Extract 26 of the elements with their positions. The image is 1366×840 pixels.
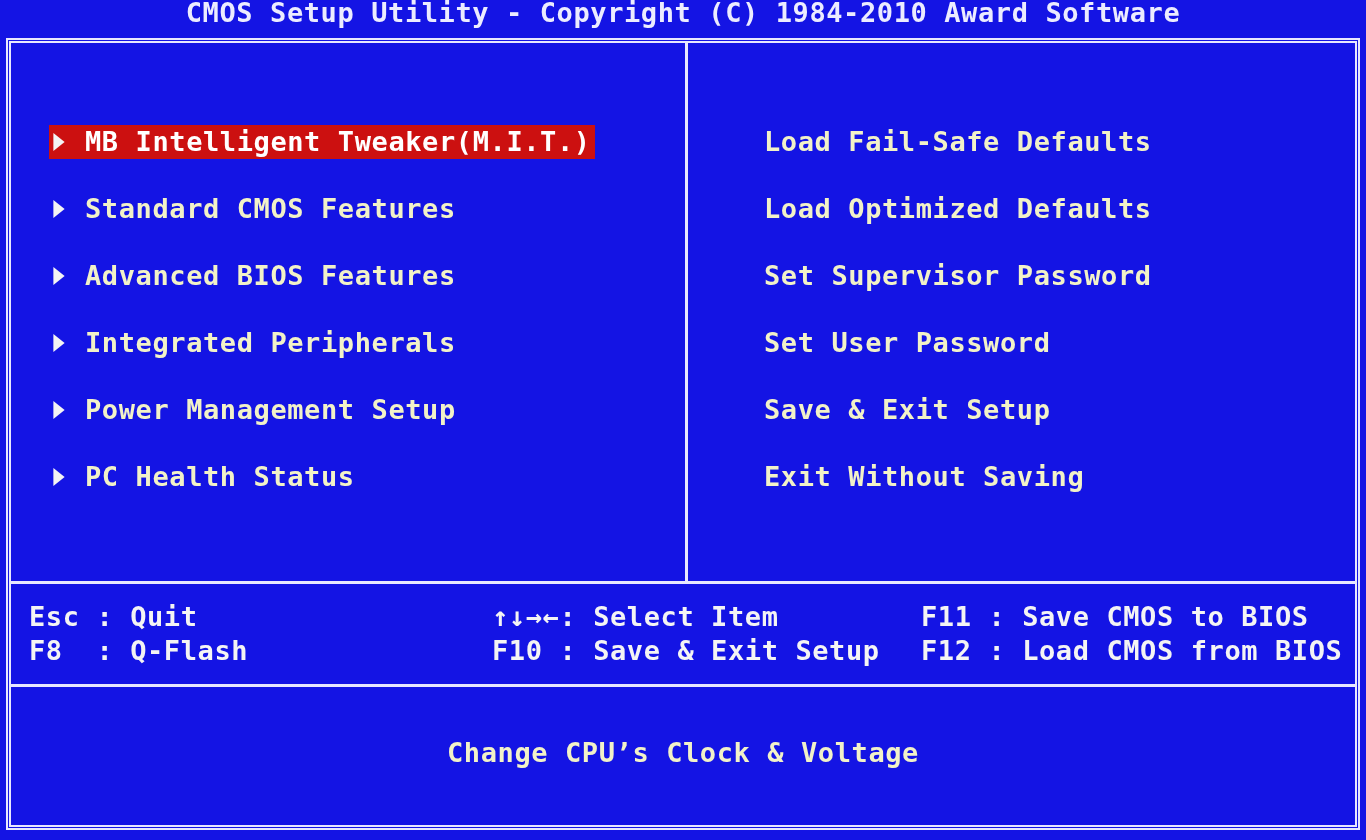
screen-title: CMOS Setup Utility - Copyright (C) 1984-2010 Award Software bbox=[184, 0, 1182, 30]
key-hint: Esc : Quit bbox=[29, 600, 199, 634]
menu-item[interactable]: MB Intelligent Tweaker(M.I.T.) bbox=[49, 125, 595, 159]
key-hint: ↑↓→←: Select Item bbox=[492, 600, 780, 634]
menu-item[interactable]: PC Health Status bbox=[49, 460, 359, 494]
submenu-arrow-icon bbox=[53, 200, 65, 218]
key-hint: F11 : Save CMOS to BIOS bbox=[921, 600, 1310, 634]
submenu-arrow-icon bbox=[53, 133, 65, 151]
key-hint: F12 : Load CMOS from BIOS bbox=[921, 634, 1344, 668]
menu-item[interactable]: Integrated Peripherals bbox=[49, 326, 460, 360]
menu-item[interactable]: Load Fail-Safe Defaults bbox=[764, 125, 1156, 159]
help-text: Change CPU’s Clock & Voltage bbox=[447, 736, 919, 768]
menu-item[interactable]: Set User Password bbox=[764, 326, 1055, 360]
menu-item[interactable]: Power Management Setup bbox=[49, 393, 460, 427]
menu-item[interactable]: Standard CMOS Features bbox=[49, 192, 460, 226]
key-hint: F8 : Q-Flash bbox=[29, 634, 250, 668]
menu-item[interactable]: Exit Without Saving bbox=[764, 460, 1089, 494]
submenu-arrow-icon bbox=[53, 401, 65, 419]
submenu-arrow-icon bbox=[53, 334, 65, 352]
menu-item[interactable]: Save & Exit Setup bbox=[764, 393, 1055, 427]
submenu-arrow-icon bbox=[53, 468, 65, 486]
menu-item[interactable]: Load Optimized Defaults bbox=[764, 192, 1156, 226]
key-hint: F10 : Save & Exit Setup bbox=[492, 634, 881, 668]
menu-item[interactable]: Advanced BIOS Features bbox=[49, 259, 460, 293]
submenu-arrow-icon bbox=[53, 267, 65, 285]
menu-item[interactable]: Set Supervisor Password bbox=[764, 259, 1156, 293]
